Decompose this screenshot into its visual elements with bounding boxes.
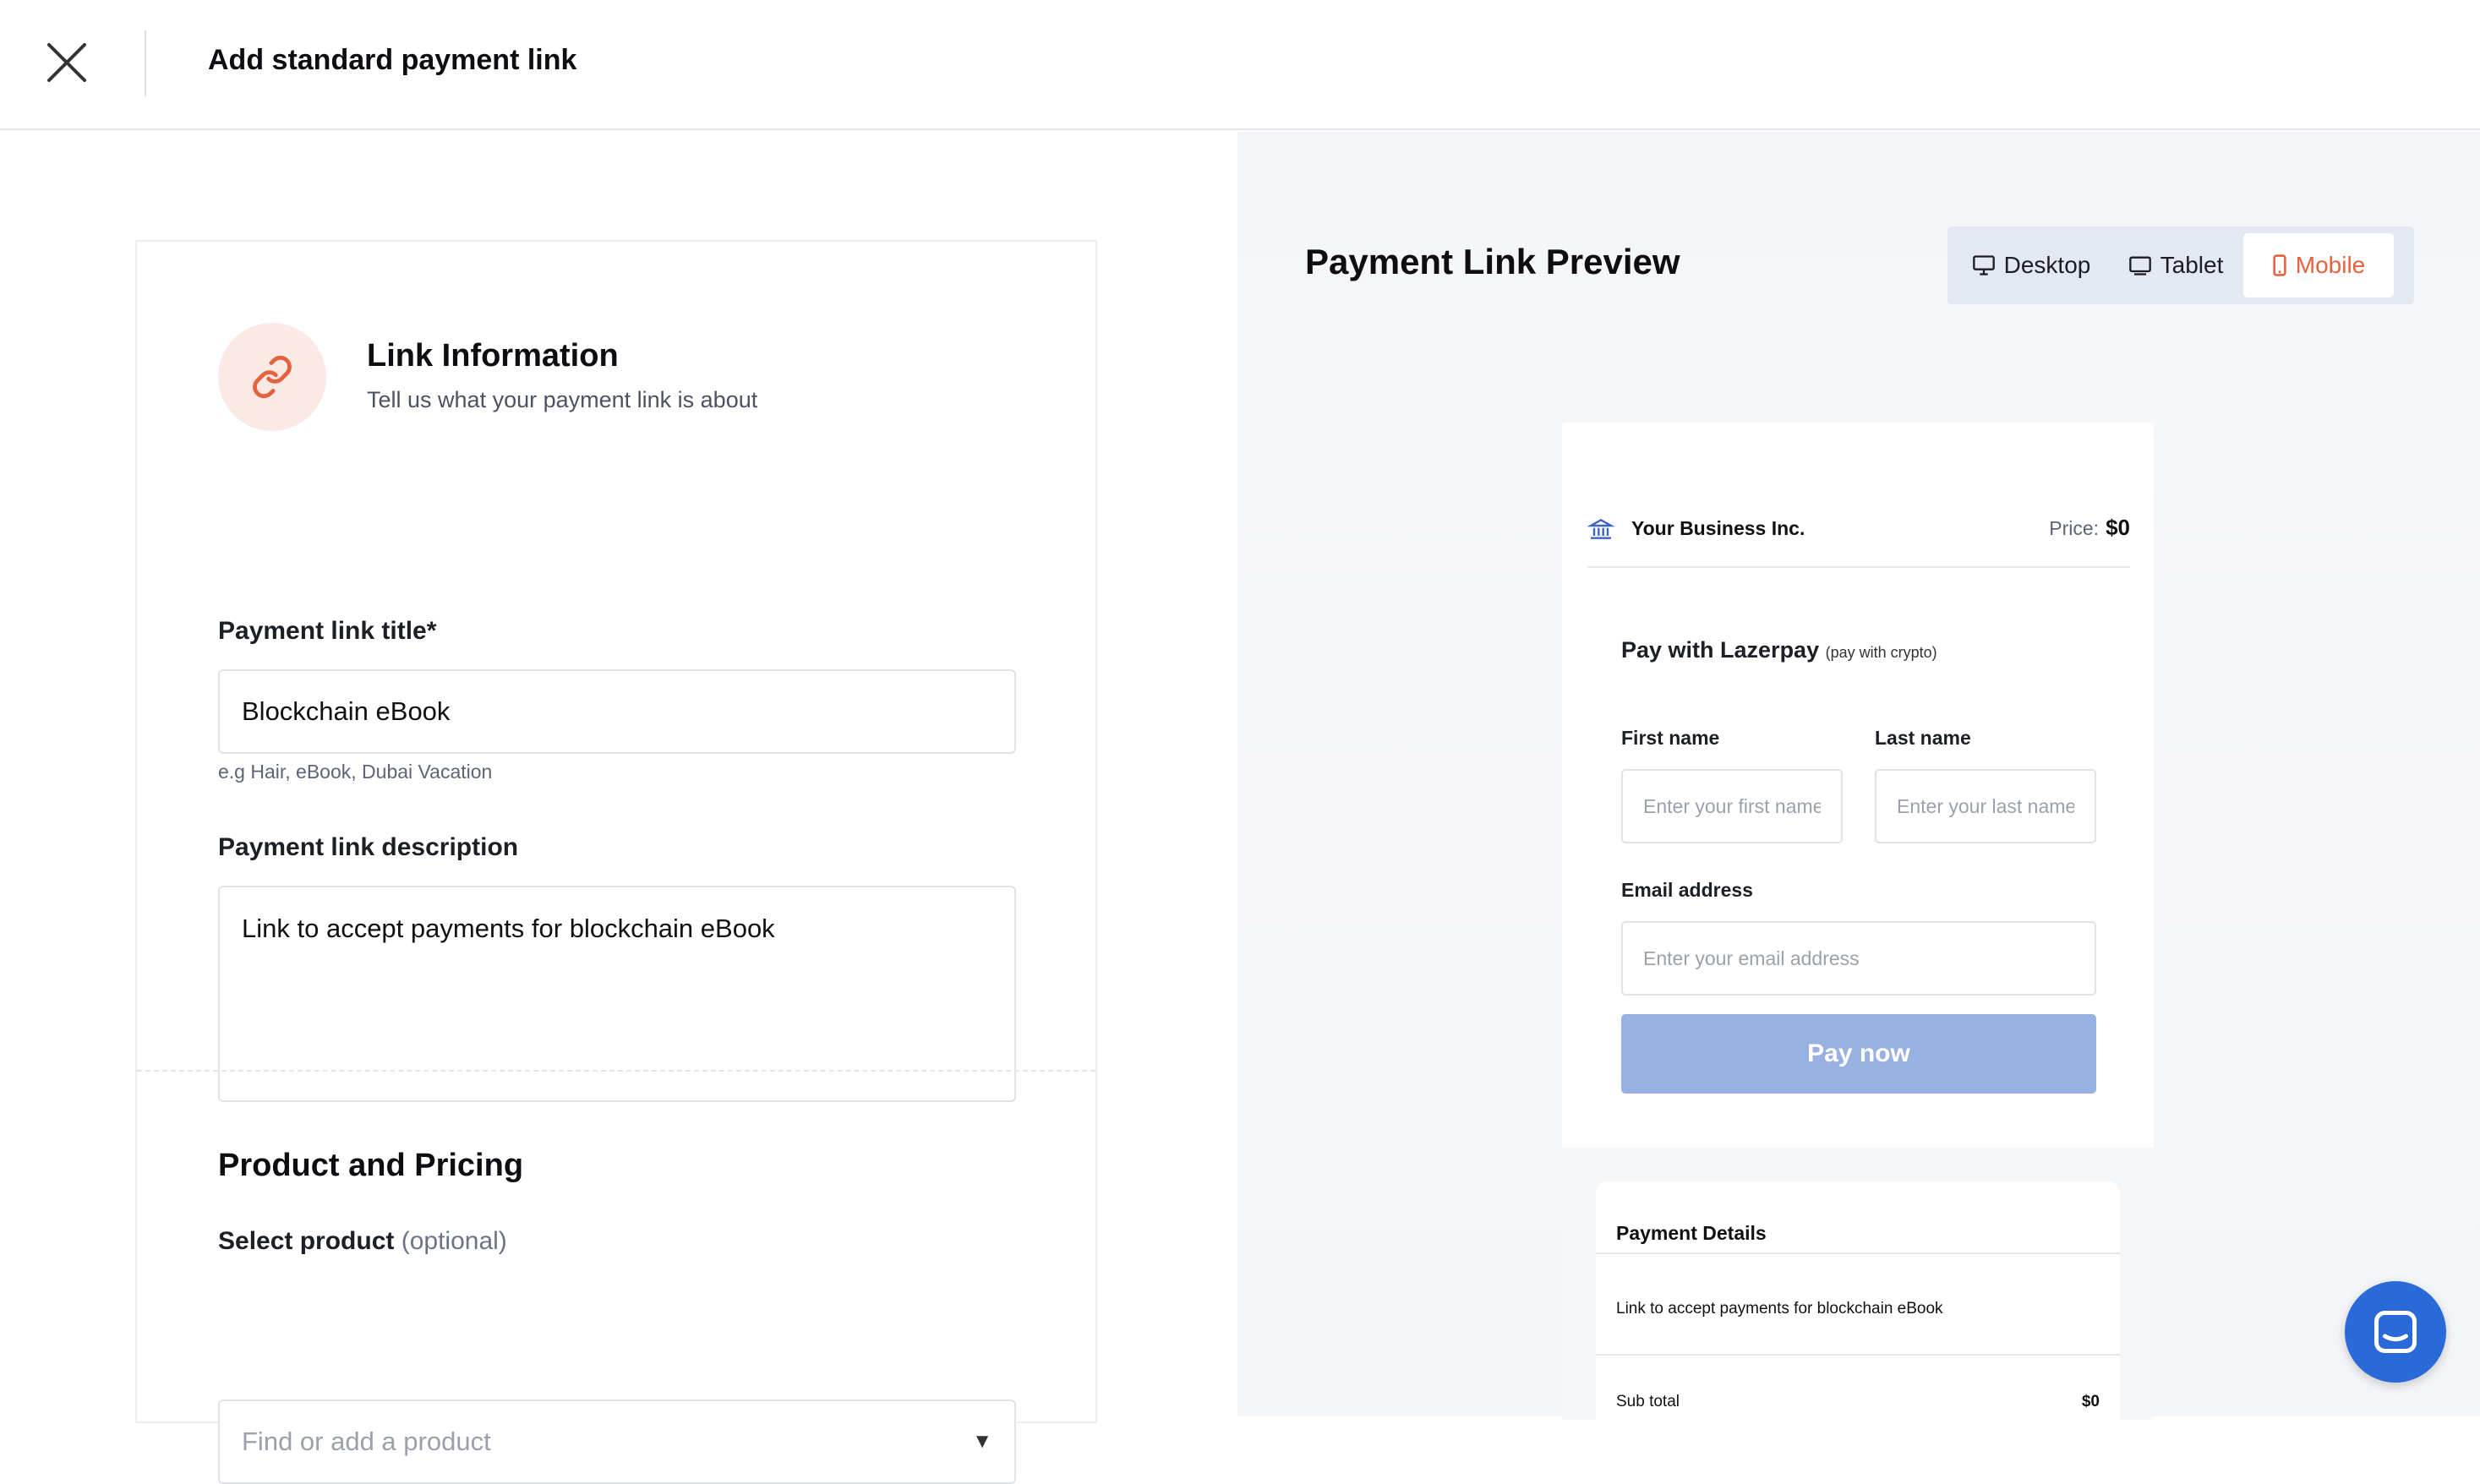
first-name-input[interactable]: [1621, 769, 1843, 843]
chat-icon: [2374, 1311, 2417, 1353]
form-card: Link Information Tell us what your payme…: [135, 240, 1097, 1484]
pay-with-note: (pay with crypto): [1825, 644, 1937, 661]
first-name-label: First name: [1621, 727, 1720, 749]
title-hint: e.g Hair, eBook, Dubai Vacation: [218, 761, 493, 783]
preview-title: Payment Link Preview: [1305, 242, 1680, 281]
link-info-subtitle: Tell us what your payment link is about: [367, 387, 758, 412]
pay-with-text: Pay with Lazerpay: [1621, 637, 1820, 663]
chat-launcher-button[interactable]: [2345, 1281, 2446, 1383]
payment-link-title-input[interactable]: [218, 669, 1016, 754]
chevron-down-icon: ▼: [972, 1430, 992, 1453]
last-name-input[interactable]: [1875, 769, 2096, 843]
tablet-icon: [2128, 256, 2151, 276]
close-button[interactable]: [41, 36, 93, 89]
description-label: Payment link description: [218, 833, 519, 861]
section-divider: [137, 1070, 1095, 1072]
device-mobile-label: Mobile: [2295, 252, 2366, 278]
device-desktop-button[interactable]: Desktop: [1954, 233, 2108, 297]
mobile-icon: [2273, 254, 2286, 276]
preview-panel: Payment Link Preview Desktop Tablet Mobi…: [1237, 132, 2480, 1435]
pay-now-button[interactable]: Pay now: [1621, 1014, 2096, 1094]
payment-details-card: Payment Details Link to accept payments …: [1596, 1181, 2120, 1435]
page-title: Add standard payment link: [208, 44, 577, 76]
device-tablet-label: Tablet: [2160, 252, 2224, 278]
pay-with-heading: Pay with Lazerpay (pay with crypto): [1621, 637, 1937, 663]
form-panel: Link Information Tell us what your payme…: [0, 132, 1237, 1484]
title-label: Payment link title*: [218, 617, 437, 645]
link-info-title: Link Information: [367, 338, 619, 374]
product-select-placeholder: Find or add a product: [242, 1427, 491, 1456]
details-divider: [1596, 1252, 2120, 1254]
payment-details-title: Payment Details: [1616, 1222, 1767, 1244]
price-label: Price:: [2049, 517, 2100, 539]
select-product-label: Select product (optional): [218, 1227, 507, 1256]
bank-icon: [1587, 518, 1614, 539]
device-tablet-button[interactable]: Tablet: [2108, 233, 2243, 297]
subtotal-label: Sub total: [1616, 1393, 1680, 1410]
details-divider: [1596, 1354, 2120, 1356]
link-icon-badge: [218, 323, 326, 431]
last-name-label: Last name: [1875, 727, 1971, 749]
business-header: Your Business Inc. Price: $0: [1587, 515, 2130, 568]
price-value: $0: [2106, 515, 2130, 540]
device-mobile-button[interactable]: Mobile: [2243, 233, 2394, 297]
payment-details-area: Payment Details Link to accept payments …: [1562, 1148, 2154, 1435]
optional-tag: (optional): [401, 1227, 507, 1255]
business-name: Your Business Inc.: [1631, 517, 1805, 539]
top-bar: Add standard payment link: [0, 0, 2480, 130]
device-desktop-label: Desktop: [2003, 252, 2091, 278]
link-icon: [253, 355, 292, 399]
close-icon: [47, 43, 86, 82]
email-label: Email address: [1621, 879, 1753, 901]
mobile-preview: Your Business Inc. Price: $0 Pay with La…: [1562, 423, 2154, 1435]
monitor-icon: [1972, 255, 1995, 276]
device-toggle: Desktop Tablet Mobile: [1947, 226, 2414, 304]
select-product-label-text: Select product: [218, 1227, 395, 1255]
subtotal-value: $0: [2081, 1393, 2100, 1410]
header-divider: [145, 30, 146, 96]
product-pricing-title: Product and Pricing: [218, 1148, 524, 1183]
email-input[interactable]: [1621, 921, 2096, 996]
payment-details-description: Link to accept payments for blockchain e…: [1616, 1300, 1943, 1318]
product-select[interactable]: Find or add a product ▼: [218, 1399, 1016, 1484]
